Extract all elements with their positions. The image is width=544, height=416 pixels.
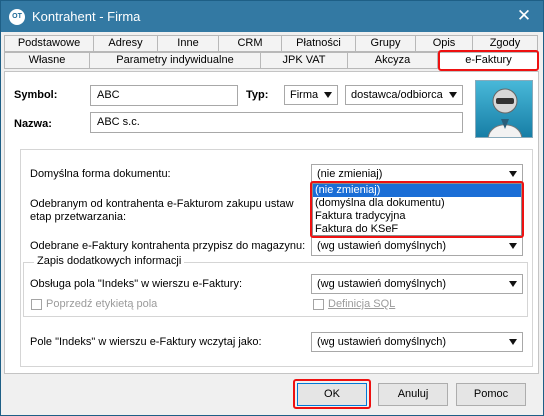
default-form-selected-value: (nie zmieniaj) [317, 168, 383, 180]
dropdown-option-domyslna[interactable]: (domyślna dla dokumentu) [313, 197, 521, 210]
dropdown-option-tradycyjna[interactable]: Faktura tradycyjna [313, 210, 521, 223]
tab-opis[interactable]: Opis [415, 35, 473, 52]
default-form-select[interactable]: (nie zmieniaj) [311, 164, 523, 184]
sql-definition-checkbox[interactable] [313, 299, 324, 310]
warehouse-label: Odebrane e-Faktury kontrahenta przypisz … [30, 240, 306, 252]
index-read-selected-value: (wg ustawień domyślnych) [317, 336, 446, 348]
sql-definition-link[interactable]: Definicja SQL [328, 298, 395, 310]
processing-stage-label-line2: etap przetwarzania: [30, 211, 126, 223]
chevron-down-icon [509, 171, 517, 177]
window-title: Kontrahent - Firma [32, 9, 141, 24]
contractor-avatar [475, 80, 533, 138]
tab-jpk-vat[interactable]: JPK VAT [260, 52, 348, 69]
index-field-select[interactable]: (wg ustawień domyślnych) [311, 274, 523, 294]
tab-podstawowe[interactable]: Podstawowe [4, 35, 94, 52]
processing-stage-label-line1: Odebranym od kontrahenta e-Fakturom zaku… [30, 198, 294, 210]
tab-e-faktury[interactable]: e-Faktury [439, 52, 538, 69]
dialog-footer: OK Anuluj Pomoc [1, 374, 543, 415]
previous-label-text: Poprzedź etykietą pola [46, 298, 158, 310]
warehouse-selected-value: (wg ustawień domyślnych) [317, 240, 446, 252]
nazwa-label: Nazwa: [14, 118, 52, 130]
role-select[interactable]: dostawca/odbiorca [345, 85, 463, 105]
index-field-label: Obsługa pola "Indeks" w wierszu e-Faktur… [30, 278, 243, 290]
chevron-down-icon [509, 339, 517, 345]
tab-wlasne[interactable]: Własne [4, 52, 90, 69]
tab-crm[interactable]: CRM [218, 35, 282, 52]
tab-platnosci[interactable]: Płatności [281, 35, 356, 52]
previous-label-checkbox[interactable] [31, 299, 42, 310]
chevron-down-icon [324, 92, 332, 98]
tab-adresy[interactable]: Adresy [93, 35, 158, 52]
typ-selected-value: Firma [290, 89, 319, 101]
document-form-dropdown[interactable]: (nie zmieniaj) (domyślna dla dokumentu) … [312, 183, 522, 236]
index-field-selected-value: (wg ustawień domyślnych) [317, 278, 446, 290]
app-icon: OT [9, 9, 25, 25]
default-form-label: Domyślna forma dokumentu: [30, 168, 171, 180]
ok-button[interactable]: OK [297, 383, 367, 406]
tab-strip: Podstawowe Adresy Inne CRM Płatności Gru… [1, 32, 543, 71]
help-button[interactable]: Pomoc [456, 383, 526, 406]
additional-info-title: Zapis dodatkowych informacji [34, 255, 185, 267]
chevron-down-icon [509, 281, 517, 287]
dropdown-option-nie-zmieniaj[interactable]: (nie zmieniaj) [313, 184, 521, 197]
cancel-button[interactable]: Anuluj [378, 383, 448, 406]
symbol-field[interactable]: ABC [90, 85, 238, 106]
symbol-label: Symbol: [14, 89, 58, 101]
typ-select[interactable]: Firma [284, 85, 338, 105]
dropdown-option-ksef[interactable]: Faktura do KSeF [313, 223, 521, 236]
index-read-select[interactable]: (wg ustawień domyślnych) [311, 332, 523, 352]
index-read-label: Pole "Indeks" w wierszu e-Faktury wczyta… [30, 336, 262, 348]
close-icon[interactable]: ✕ [513, 6, 535, 26]
title-bar[interactable]: OT Kontrahent - Firma ✕ [1, 1, 543, 32]
tab-akcyza[interactable]: Akcyza [347, 52, 438, 69]
chevron-down-icon [509, 243, 517, 249]
nazwa-field[interactable]: ABC s.c. [90, 112, 463, 133]
tab-inne[interactable]: Inne [157, 35, 219, 52]
tab-zgody[interactable]: Zgody [472, 35, 538, 52]
role-selected-value: dostawca/odbiorca [351, 89, 443, 101]
warehouse-select[interactable]: (wg ustawień domyślnych) [311, 236, 523, 256]
person-icon [487, 88, 523, 137]
typ-label: Typ: [246, 89, 269, 101]
tab-grupy[interactable]: Grupy [355, 35, 416, 52]
contractor-dialog: OT Kontrahent - Firma ✕ Podstawowe Adres… [0, 0, 544, 416]
tab-parametry-indywidualne[interactable]: Parametry indywidualne [89, 52, 261, 69]
chevron-down-icon [449, 92, 457, 98]
